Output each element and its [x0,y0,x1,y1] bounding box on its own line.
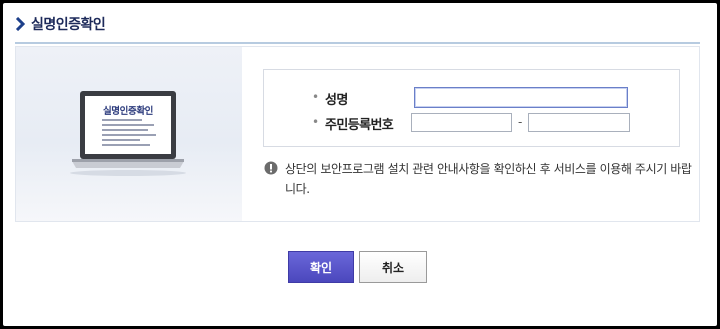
cancel-button[interactable]: 취소 [359,251,427,283]
laptop-illustration: 실명인증확인 [16,47,242,221]
verification-panel: 실명인증확인 • 성명 • 주민등록번호 - 상단의 보안프로그램 설치 관련 … [15,46,700,222]
laptop-screen-title: 실명인증확인 [102,106,154,117]
rrn-label: 주민등록번호 [325,118,394,133]
notice-text: 상단의 보안프로그램 설치 관련 안내사항을 확인하신 후 서비스를 이용해 주… [285,162,692,196]
dialog-frame: 실명인증확인 실명인증확인 • 성명 • 주민등록번호 - 상단의 보안프로그램… [3,3,717,326]
header-divider [15,42,700,44]
page-header: 실명인증확인 [15,11,106,37]
name-input[interactable] [414,87,628,108]
rrn-separator: - [518,115,523,129]
rrn-front-input[interactable] [411,113,512,132]
confirm-button[interactable]: 확인 [288,251,354,283]
rrn-bullet: • [312,115,320,129]
name-bullet: • [312,90,320,104]
rrn-back-input[interactable] [528,113,630,132]
identity-form: • 성명 • 주민등록번호 - [263,69,680,147]
chevron-right-icon [15,17,25,31]
name-label: 성명 [325,93,348,108]
exclamation-circle-icon [264,161,278,175]
page-title: 실명인증확인 [31,17,106,33]
laptop-icon [70,91,186,176]
